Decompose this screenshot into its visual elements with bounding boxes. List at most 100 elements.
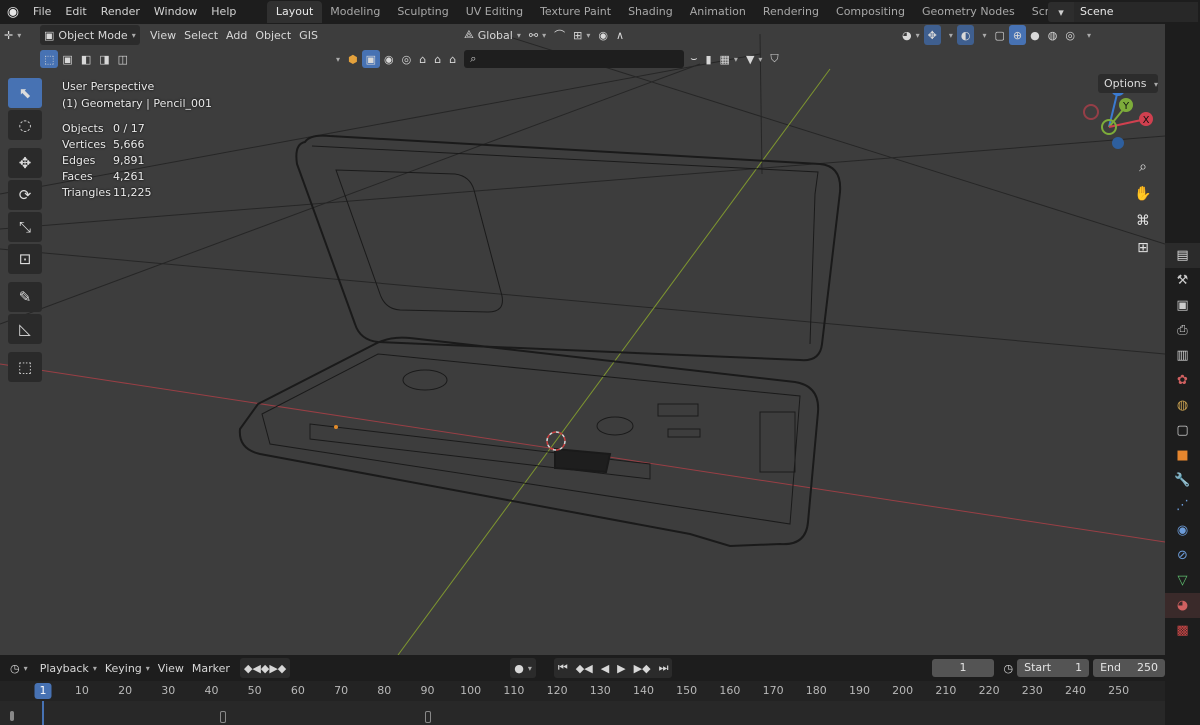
playback-menu[interactable]: Playback ▾ xyxy=(36,658,101,678)
jump-end-icon[interactable]: ⏭ xyxy=(655,658,673,678)
gizmo-toggle-icon[interactable]: ✥ xyxy=(923,25,941,45)
material-properties-icon[interactable]: ◕ xyxy=(1165,593,1200,618)
current-frame-field[interactable]: 1 xyxy=(932,659,994,677)
menu-object[interactable]: Object xyxy=(251,25,295,45)
gizmo-dropdown-icon[interactable]: ▾ xyxy=(941,25,957,45)
tab-geometry-nodes[interactable]: Geometry Nodes xyxy=(913,1,1023,23)
tab-rendering[interactable]: Rendering xyxy=(754,1,827,23)
record-button-icon[interactable]: ● ▾ xyxy=(510,658,536,678)
select-tool-icon[interactable]: ⬉ xyxy=(8,78,42,108)
keyframe-nav-icon[interactable]: ◆◀◆▶◆ xyxy=(239,658,291,678)
restrict-holdout-icon[interactable]: ⌂ xyxy=(430,50,445,68)
clock-icon[interactable]: ◷ xyxy=(1000,658,1018,678)
menu-render[interactable]: Render xyxy=(94,1,147,23)
select-subtract-icon[interactable]: ◧ xyxy=(77,50,95,68)
keying-menu[interactable]: Keying ▾ xyxy=(101,658,154,678)
scroll-handle-right[interactable] xyxy=(425,711,431,723)
transform-orientation-dropdown[interactable]: ⟁ Global ▾ xyxy=(460,25,525,45)
restrict-render-icon[interactable]: ◎ xyxy=(398,50,416,68)
play-icon[interactable]: ▶ xyxy=(613,658,629,678)
menu-edit[interactable]: Edit xyxy=(58,1,93,23)
options-dropdown[interactable]: Options ▾ xyxy=(1098,74,1158,93)
wireframe-shading-icon[interactable]: ⊕ xyxy=(1008,25,1027,45)
jump-start-icon[interactable]: ⏮ xyxy=(554,658,572,678)
timeline-view-menu[interactable]: View xyxy=(154,658,188,678)
collection-properties-icon[interactable]: ▢ xyxy=(1165,418,1200,443)
proportional-edit-icon[interactable]: ◉ xyxy=(594,25,612,45)
select-box-icon[interactable]: ⬚ xyxy=(40,50,59,68)
menu-help[interactable]: Help xyxy=(204,1,243,23)
shield-icon[interactable]: ⛉ xyxy=(766,50,782,68)
overlays-toggle-icon[interactable]: ◐ xyxy=(956,25,975,45)
world-properties-icon[interactable]: ◍ xyxy=(1165,393,1200,418)
tool-properties-icon[interactable]: ⚒ xyxy=(1165,268,1200,293)
play-reverse-icon[interactable]: ◀ xyxy=(597,658,613,678)
scroll-handle-left[interactable] xyxy=(10,711,14,721)
scene-name[interactable]: Scene xyxy=(1074,2,1198,22)
restrict-hide-icon[interactable]: ⌂ xyxy=(415,50,430,68)
menu-add[interactable]: Add xyxy=(222,25,251,45)
start-frame-field[interactable]: Start 1 xyxy=(1017,659,1090,677)
menu-file[interactable]: File xyxy=(26,1,58,23)
current-frame-indicator[interactable]: 1 xyxy=(34,683,52,699)
data-properties-icon[interactable]: ▽ xyxy=(1165,568,1200,593)
display-mode-icon[interactable]: ▦ ▾ xyxy=(716,50,742,68)
next-keyframe-icon[interactable]: ▶◆ xyxy=(630,658,655,678)
zoom-icon[interactable]: ⌕ xyxy=(1130,154,1156,180)
tab-layout[interactable]: Layout xyxy=(267,1,322,23)
restrict-indirect-icon[interactable]: ⌂ xyxy=(445,50,460,68)
tab-uv-editing[interactable]: UV Editing xyxy=(457,1,531,23)
add-cube-tool-icon[interactable]: ⬚ xyxy=(8,352,42,382)
tab-animation[interactable]: Animation xyxy=(681,1,754,23)
object-properties-icon[interactable]: ■ xyxy=(1165,443,1200,468)
cursor-tool-icon[interactable]: ◌ xyxy=(8,110,42,140)
pan-hand-icon[interactable]: ✋ xyxy=(1130,181,1156,207)
properties-editor-icon[interactable]: ▤ xyxy=(1165,243,1200,268)
marker-menu[interactable]: Marker xyxy=(188,658,234,678)
texture-properties-icon[interactable]: ▩ xyxy=(1165,618,1200,643)
bookmark-icon[interactable]: ▮ xyxy=(701,50,715,68)
particle-properties-icon[interactable]: ⋰ xyxy=(1165,493,1200,518)
xray-toggle-icon[interactable]: ▢ xyxy=(990,25,1008,45)
falloff-icon[interactable]: ∧ xyxy=(612,25,628,45)
restrict-select-icon[interactable]: ▣ xyxy=(361,50,381,68)
select-extend-icon[interactable]: ▣ xyxy=(58,50,76,68)
modifier-properties-icon[interactable]: 🔧 xyxy=(1165,468,1200,493)
editor-type-icon[interactable]: ✛ ▾ xyxy=(0,25,38,45)
mode-dropdown[interactable]: ▣ Object Mode ▾ xyxy=(40,25,140,45)
select-intersect-icon[interactable]: ◫ xyxy=(114,50,132,68)
transform-tool-icon[interactable]: ⊡ xyxy=(8,244,42,274)
solid-shading-icon[interactable]: ● xyxy=(1026,25,1044,45)
material-shading-icon[interactable]: ◍ xyxy=(1044,25,1062,45)
search-clear-icon[interactable]: ⌣ xyxy=(686,50,701,68)
pivot-point-icon[interactable]: ⚯ ▾ xyxy=(525,25,550,45)
scale-tool-icon[interactable]: ⤡ xyxy=(8,212,42,242)
menu-select[interactable]: Select xyxy=(180,25,222,45)
render-properties-icon[interactable]: ▣ xyxy=(1165,293,1200,318)
snap-target-icon[interactable]: ⊞ ▾ xyxy=(569,25,594,45)
menu-gis[interactable]: GIS xyxy=(295,25,322,45)
timeline-editor-type-icon[interactable]: ◷ ▾ xyxy=(0,658,36,678)
menu-window[interactable]: Window xyxy=(147,1,204,23)
select-invert-icon[interactable]: ◨ xyxy=(95,50,113,68)
tab-modeling[interactable]: Modeling xyxy=(322,1,389,23)
shading-dropdown-icon[interactable]: ▾ xyxy=(1079,25,1095,45)
visibility-icon[interactable]: ◕ ▾ xyxy=(898,25,924,45)
grid-view-icon[interactable]: ⊞ xyxy=(1130,235,1156,261)
timeline-track-area[interactable] xyxy=(0,701,1165,725)
object-types-icon[interactable]: ⬢ xyxy=(344,50,362,68)
tab-shading[interactable]: Shading xyxy=(620,1,682,23)
view-layer-icon[interactable]: ▥ xyxy=(1165,343,1200,368)
end-frame-field[interactable]: End 250 xyxy=(1093,659,1165,677)
scene-properties-icon[interactable]: ✿ xyxy=(1165,368,1200,393)
tab-compositing[interactable]: Compositing xyxy=(828,1,914,23)
scene-icon[interactable]: ▾ xyxy=(1048,2,1074,22)
output-properties-icon[interactable]: ⎙ xyxy=(1165,318,1200,343)
move-tool-icon[interactable]: ✥ xyxy=(8,148,42,178)
rotate-tool-icon[interactable]: ⟳ xyxy=(8,180,42,210)
tab-texture-paint[interactable]: Texture Paint xyxy=(532,1,620,23)
scroll-handle-mid[interactable] xyxy=(220,711,226,723)
blender-logo-icon[interactable]: ◉ xyxy=(0,0,26,24)
restrict-viewport-icon[interactable]: ◉ xyxy=(380,50,398,68)
scene-selector[interactable]: ▾ Scene xyxy=(1048,2,1198,22)
